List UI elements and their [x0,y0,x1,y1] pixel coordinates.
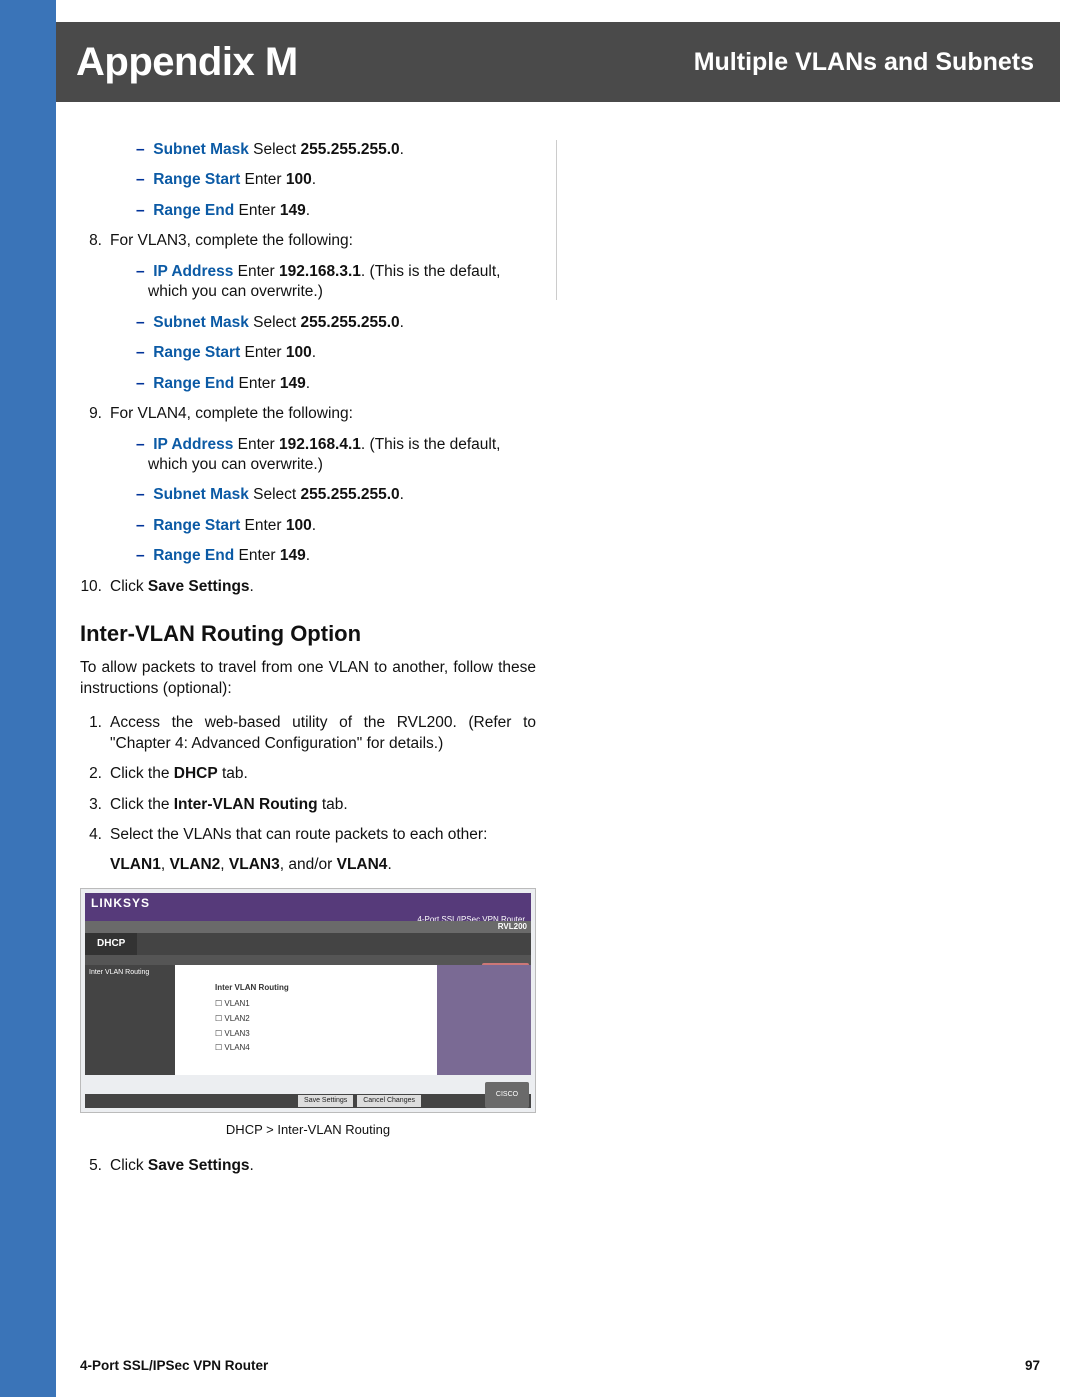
field-row: – Range Start Enter 100. [136,343,536,363]
step-8: 8.For VLAN3, complete the following: [80,231,536,251]
step-9: 9.For VLAN4, complete the following: [80,404,536,424]
intervlan-step-4b: VLAN1, VLAN2, VLAN3, and/or VLAN4. [80,855,536,875]
ss-cancel-button: Cancel Changes [357,1095,421,1106]
intervlan-step-2: 2.Click the DHCP tab. [80,764,536,784]
ss-tab-dhcp: DHCP [85,933,137,955]
step8-sublist: – IP Address Enter 192.168.3.1. (This is… [136,262,536,394]
field-row: – Range Start Enter 100. [136,170,536,190]
ss-brand: LINKSYS [91,896,150,912]
field-row: – Subnet Mask Select 255.255.255.0. [136,313,536,333]
ss-topbar [85,921,531,933]
ss-checkbox: VLAN1 [215,999,399,1010]
footer-product: 4-Port SSL/IPSec VPN Router [80,1358,268,1373]
header-subtitle: Multiple VLANs and Subnets [694,48,1034,77]
intervlan-step-4: 4.Select the VLANs that can route packet… [80,825,536,845]
ss-help-panel [437,965,531,1075]
field-row: – Range End Enter 149. [136,201,536,221]
section-intro: To allow packets to travel from one VLAN… [80,658,536,699]
screenshot-caption: DHCP > Inter-VLAN Routing [80,1121,536,1138]
ss-panel-title: Inter VLAN Routing [215,983,399,994]
ss-main-panel: Inter VLAN Routing VLAN1 VLAN2 VLAN3 VLA… [175,965,439,1075]
ss-checkbox: VLAN2 [215,1014,399,1025]
ss-checkbox: VLAN3 [215,1029,399,1040]
intervlan-step-5: 5.Click Save Settings. [80,1156,536,1176]
ss-cisco-logo: CISCO [485,1082,529,1108]
screenshot-figure: LINKSYS 4-Port SSL/IPSec VPN Router RVL2… [80,888,536,1138]
ss-logo-bar: LINKSYS 4-Port SSL/IPSec VPN Router [85,893,531,921]
page-header: Appendix M Multiple VLANs and Subnets [56,22,1060,102]
ss-save-button: Save Settings [298,1095,353,1106]
step-10: 10.Click Save Settings. [80,577,536,597]
intervlan-step-1: 1.Access the web-based utility of the RV… [80,713,536,754]
field-row: – IP Address Enter 192.168.3.1. (This is… [136,262,536,303]
footer-pagenum: 97 [1025,1358,1040,1373]
page-footer: 4-Port SSL/IPSec VPN Router 97 [80,1358,1040,1373]
field-row: – IP Address Enter 192.168.4.1. (This is… [136,435,536,476]
page-sidebar [0,0,56,1397]
field-row: – Range End Enter 149. [136,374,536,394]
step7-tail-sublist: – Subnet Mask Select 255.255.255.0. – Ra… [136,140,536,221]
intervlan-step-3: 3.Click the Inter-VLAN Routing tab. [80,795,536,815]
section-heading: Inter-VLAN Routing Option [80,619,536,648]
ss-model: RVL200 [498,922,527,933]
appendix-title: Appendix M [76,40,298,85]
field-row: – Subnet Mask Select 255.255.255.0. [136,140,536,160]
screenshot-image: LINKSYS 4-Port SSL/IPSec VPN Router RVL2… [80,888,536,1113]
ss-leftnav: Inter VLAN Routing [85,965,175,1075]
field-row: – Range Start Enter 100. [136,516,536,536]
step9-sublist: – IP Address Enter 192.168.4.1. (This is… [136,435,536,567]
field-row: – Range End Enter 149. [136,546,536,566]
ss-checkbox: VLAN4 [215,1043,399,1054]
left-column: – Subnet Mask Select 255.255.255.0. – Ra… [80,140,536,1177]
field-row: – Subnet Mask Select 255.255.255.0. [136,485,536,505]
ss-bottom-bar: Save Settings Cancel Changes [85,1094,531,1108]
page-content: – Subnet Mask Select 255.255.255.0. – Ra… [56,102,1060,1187]
ss-tabrow: DHCP [85,933,531,955]
ss-subnav [85,955,531,965]
